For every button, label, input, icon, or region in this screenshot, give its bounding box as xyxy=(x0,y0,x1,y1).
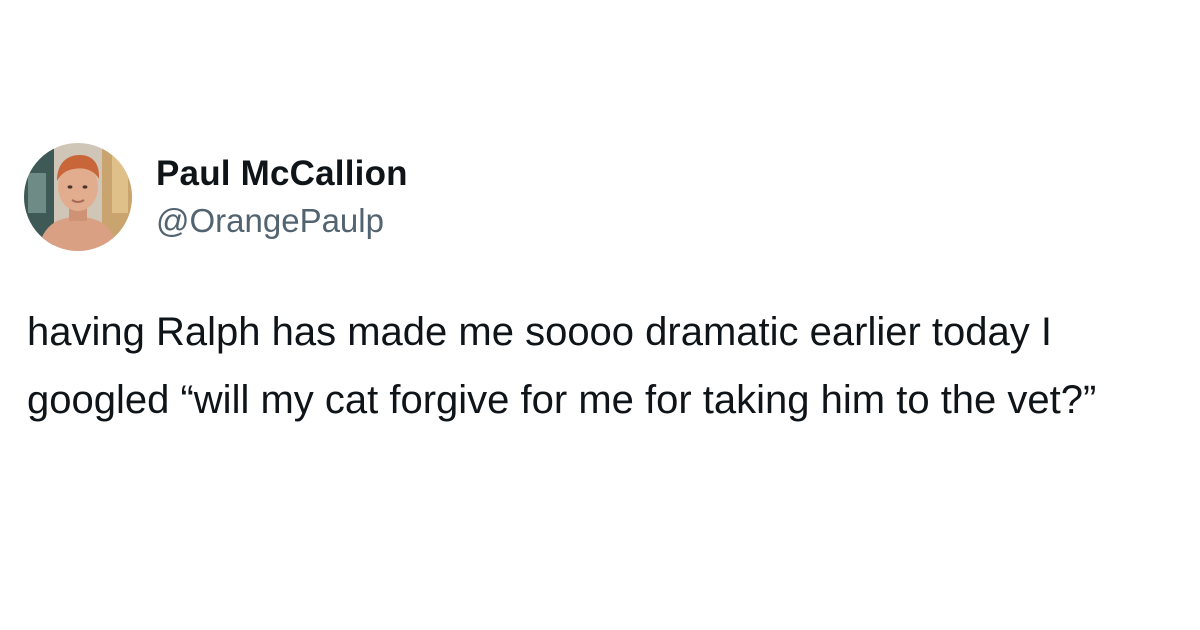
user-handle[interactable]: @OrangePaulp xyxy=(156,201,408,241)
display-name[interactable]: Paul McCallion xyxy=(156,153,408,195)
tweet-card: Paul McCallion @OrangePaulp having Ralph… xyxy=(0,0,1200,630)
author-names: Paul McCallion @OrangePaulp xyxy=(156,153,408,241)
profile-photo-icon xyxy=(24,143,132,251)
tweet-text: having Ralph has made me soooo dramatic … xyxy=(27,310,1097,422)
tweet-header: Paul McCallion @OrangePaulp xyxy=(24,143,408,251)
avatar[interactable] xyxy=(24,143,132,251)
